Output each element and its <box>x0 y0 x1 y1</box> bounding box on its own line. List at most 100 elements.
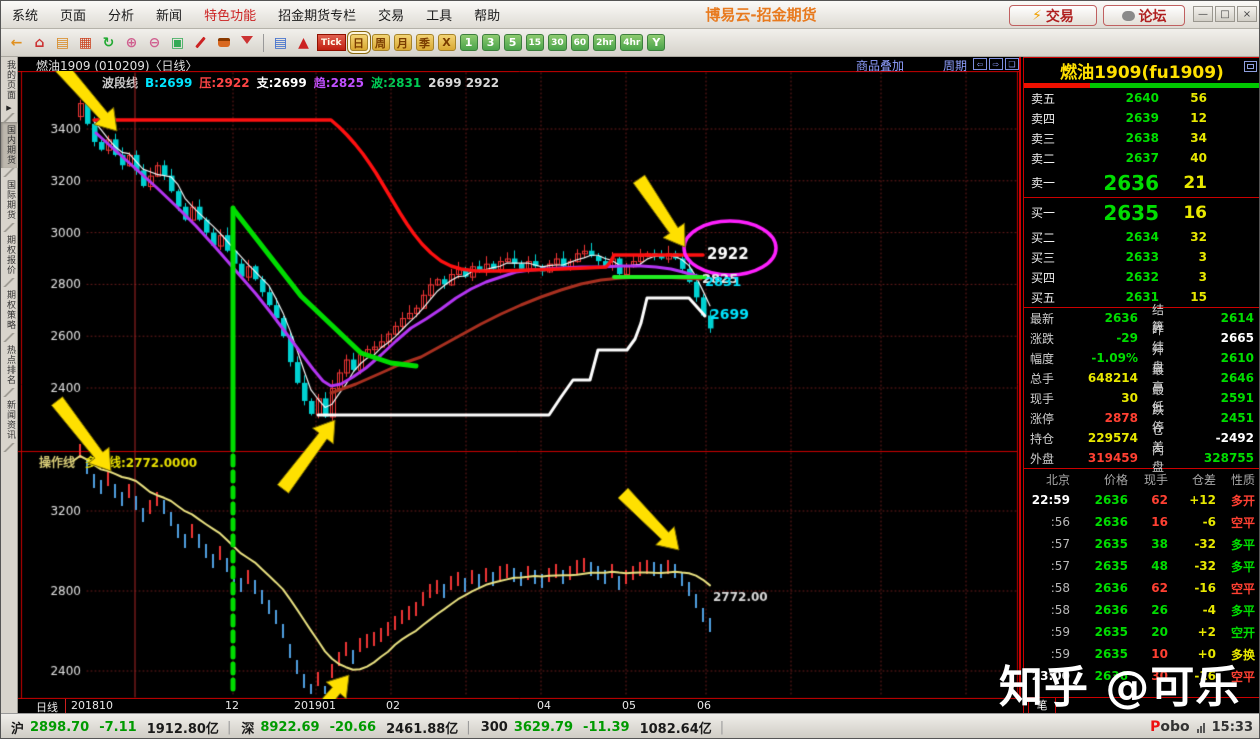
restore-button[interactable]: □ <box>1215 6 1235 22</box>
menu-item-8[interactable]: 帮助 <box>463 5 511 24</box>
period-button-月[interactable]: 月 <box>394 34 412 51</box>
home-icon[interactable]: ⌂ <box>29 33 50 53</box>
tick-volume: 62 <box>1128 581 1168 595</box>
bid-row-2[interactable]: 买二263432 <box>1024 227 1260 247</box>
popup-window-icon[interactable] <box>1244 61 1257 72</box>
quote-panel: 燃油1909(fu1909) 卖五264056卖四263912卖三263834卖… <box>1023 57 1260 713</box>
period-button-5[interactable]: 5 <box>504 34 522 51</box>
tick-oi-change: -32 <box>1168 537 1216 551</box>
period-button-3[interactable]: 3 <box>482 34 500 51</box>
refresh-icon[interactable]: ↻ <box>98 33 119 53</box>
ask-row-2[interactable]: 卖二263740 <box>1024 148 1260 168</box>
ask-row-1[interactable]: 卖一263621 <box>1024 168 1260 197</box>
filter-icon[interactable] <box>236 33 257 53</box>
period-button-周[interactable]: 周 <box>372 34 390 51</box>
ink-icon[interactable] <box>213 33 234 53</box>
forum-button[interactable]: 论坛 <box>1103 5 1185 26</box>
brand-p: P <box>1150 719 1160 735</box>
price-chart-canvas[interactable] <box>18 71 1021 699</box>
menu-item-6[interactable]: 交易 <box>367 5 415 24</box>
ask-row-5[interactable]: 卖五264056 <box>1024 88 1260 108</box>
menu-item-2[interactable]: 分析 <box>97 5 145 24</box>
period-button-2hr[interactable]: 2hr <box>593 34 616 51</box>
sidebar-tab-intl-futures[interactable]: 国际期货 <box>1 177 18 223</box>
stat-value: 2665 <box>1174 331 1260 345</box>
period-button-季[interactable]: 季 <box>416 34 434 51</box>
table-icon[interactable]: ▤ <box>270 33 291 53</box>
tick-row-1: :56263616-6空平 <box>1024 511 1260 533</box>
bid-row-4[interactable]: 买四26323 <box>1024 267 1260 287</box>
menu-item-0[interactable]: 系统 <box>1 5 49 24</box>
level-qty: 56 <box>1159 91 1207 105</box>
sidebar-tab-news-info[interactable]: 新闻资讯 <box>1 397 18 443</box>
status-bar: 沪2898.70-7.111912.80亿|深8922.69-20.662461… <box>1 713 1260 739</box>
level-qty: 21 <box>1159 173 1207 193</box>
sidebar-tab-my-page[interactable]: 我的页面 <box>1 57 18 103</box>
bid-row-3[interactable]: 买三26333 <box>1024 247 1260 267</box>
zoom-in-icon[interactable]: ⊕ <box>121 33 142 53</box>
period-button-日[interactable]: 日 <box>350 34 368 51</box>
bid-row-1[interactable]: 买一263516 <box>1024 198 1260 227</box>
ask-row-3[interactable]: 卖三263834 <box>1024 128 1260 148</box>
sidebar-tab-domestic-futures[interactable]: 国内期货 <box>1 122 18 168</box>
tick-price: 2636 <box>1070 603 1128 617</box>
level-qty: 34 <box>1159 131 1207 145</box>
tick-nature: 空平 <box>1216 580 1260 597</box>
sidebar-tab-option-quotes[interactable]: 期权报价 <box>1 232 18 278</box>
sidebar-tab-hot-ranking[interactable]: 热点排名 <box>1 342 18 388</box>
sidebar-tab-option-strategy[interactable]: 期权策略 <box>1 287 18 333</box>
tick-price: 2635 <box>1070 625 1128 639</box>
report-icon[interactable]: ▤ <box>52 33 73 53</box>
period-button-15[interactable]: 15 <box>526 34 545 51</box>
ask-row-4[interactable]: 卖四263912 <box>1024 108 1260 128</box>
period-button-30[interactable]: 30 <box>548 34 567 51</box>
period-button-1[interactable]: 1 <box>460 34 478 51</box>
menu-item-3[interactable]: 新闻 <box>145 5 193 24</box>
signal-bar <box>1200 726 1202 733</box>
tick-nature: 多平 <box>1216 602 1260 619</box>
minimize-button[interactable]: — <box>1193 6 1213 22</box>
signal-bar <box>1197 729 1199 733</box>
zoom-out-icon[interactable]: ⊖ <box>144 33 165 53</box>
split-window-icon[interactable]: ❏ <box>1005 58 1019 70</box>
menu-item-1[interactable]: 页面 <box>49 5 97 24</box>
stat-label: 涨跌 <box>1024 330 1060 347</box>
trend-icon[interactable]: ▲ <box>293 33 314 53</box>
period-button-X[interactable]: X <box>438 34 456 51</box>
level-price: 2636 <box>1064 171 1159 195</box>
stat-label: 总手 <box>1024 370 1060 387</box>
menu-item-5[interactable]: 招金期货专栏 <box>267 5 367 24</box>
tick-time: :59 <box>1024 625 1070 639</box>
overlay-icon[interactable]: ▣ <box>167 33 188 53</box>
tick-header-4: 性质 <box>1216 471 1260 488</box>
trade-button[interactable]: ⚡ 交易 <box>1009 5 1097 26</box>
tick-price: 2635 <box>1070 537 1128 551</box>
next-window-icon[interactable]: ⇨ <box>989 58 1003 70</box>
level-label: 卖四 <box>1024 110 1064 127</box>
sidebar-tab-divider <box>1 113 17 122</box>
status-separator: | <box>227 720 231 735</box>
info-icon[interactable]: ▦ <box>75 33 96 53</box>
period-button-60[interactable]: 60 <box>571 34 590 51</box>
draw-pencil-icon[interactable] <box>190 33 211 53</box>
tick-time: 22:59 <box>1024 493 1070 507</box>
menu-item-7[interactable]: 工具 <box>415 5 463 24</box>
tick-period-button[interactable]: Tick <box>317 34 346 51</box>
period-button-Y[interactable]: Y <box>647 34 665 51</box>
prev-window-icon[interactable]: ⇦ <box>973 58 987 70</box>
brand-logo: Pobo <box>1150 719 1190 735</box>
level-label: 买二 <box>1024 229 1064 246</box>
close-button[interactable]: × <box>1237 6 1257 22</box>
tick-nature: 多开 <box>1216 492 1260 509</box>
app-title: 博易云-招金期货 <box>656 4 866 25</box>
menu-item-4[interactable]: 特色功能 <box>193 5 267 24</box>
title-bar: 系统页面分析新闻特色功能招金期货专栏交易工具帮助 博易云-招金期货 ⚡ 交易 论… <box>1 1 1260 29</box>
sidebar-tab-arrow-icon: ▶ <box>1 103 17 113</box>
stat-value: -29 <box>1060 331 1138 345</box>
back-icon[interactable]: ← <box>6 33 27 53</box>
tick-oi-change: -32 <box>1168 559 1216 573</box>
period-button-4hr[interactable]: 4hr <box>620 34 643 51</box>
tick-time: :58 <box>1024 603 1070 617</box>
stat-label: 持仓 <box>1024 430 1060 447</box>
sidebar-tab-divider <box>1 388 17 397</box>
